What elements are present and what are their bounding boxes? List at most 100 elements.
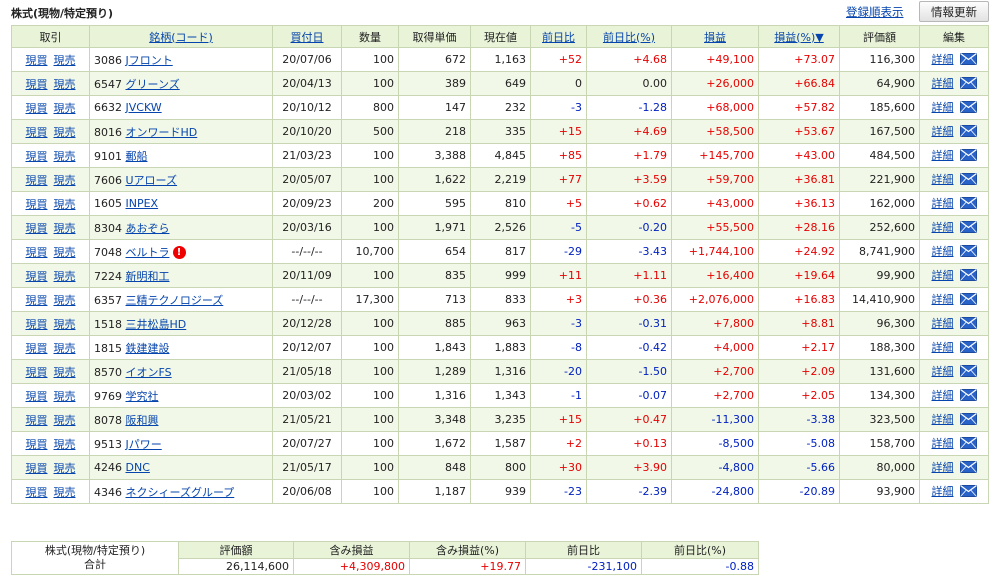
detail-link[interactable]: 詳細: [932, 245, 954, 258]
sell-link[interactable]: 現売: [54, 222, 76, 235]
sell-link[interactable]: 現売: [54, 462, 76, 475]
issue-name-link[interactable]: JVCKW: [126, 101, 162, 114]
detail-link[interactable]: 詳細: [932, 173, 954, 186]
detail-link[interactable]: 詳細: [932, 365, 954, 378]
issue-name-link[interactable]: 郵船: [126, 150, 148, 163]
buy-link[interactable]: 現買: [26, 102, 48, 115]
issue-name-link[interactable]: INPEX: [126, 197, 159, 210]
sell-link[interactable]: 現売: [54, 366, 76, 379]
issue-name-link[interactable]: 学究社: [126, 390, 159, 403]
buy-link[interactable]: 現買: [26, 246, 48, 259]
envelope-icon[interactable]: [959, 364, 977, 380]
issue-name-link[interactable]: 鉄建建設: [126, 342, 170, 355]
registration-order-link[interactable]: 登録順表示: [846, 4, 904, 20]
sell-link[interactable]: 現売: [54, 342, 76, 355]
envelope-icon[interactable]: [959, 172, 977, 188]
detail-link[interactable]: 詳細: [932, 413, 954, 426]
buy-link[interactable]: 現買: [26, 366, 48, 379]
issue-name-link[interactable]: 新明和工: [126, 270, 170, 283]
sell-link[interactable]: 現売: [54, 294, 76, 307]
detail-link[interactable]: 詳細: [932, 269, 954, 282]
envelope-icon[interactable]: [959, 340, 977, 356]
detail-link[interactable]: 詳細: [932, 485, 954, 498]
detail-link[interactable]: 詳細: [932, 317, 954, 330]
sell-link[interactable]: 現売: [54, 126, 76, 139]
col-change[interactable]: 前日比: [530, 25, 587, 48]
issue-name-link[interactable]: 阪和興: [126, 414, 159, 427]
buy-link[interactable]: 現買: [26, 126, 48, 139]
envelope-icon[interactable]: [959, 460, 977, 476]
issue-name-link[interactable]: グリーンズ: [126, 78, 180, 91]
sell-link[interactable]: 現売: [54, 102, 76, 115]
envelope-icon[interactable]: [959, 76, 977, 92]
sell-link[interactable]: 現売: [54, 318, 76, 331]
sell-link[interactable]: 現売: [54, 438, 76, 451]
envelope-icon[interactable]: [959, 388, 977, 404]
detail-link[interactable]: 詳細: [932, 77, 954, 90]
buy-link[interactable]: 現買: [26, 54, 48, 67]
sell-link[interactable]: 現売: [54, 414, 76, 427]
sell-link[interactable]: 現売: [54, 54, 76, 67]
buy-link[interactable]: 現買: [26, 414, 48, 427]
buy-link[interactable]: 現買: [26, 222, 48, 235]
envelope-icon[interactable]: [959, 268, 977, 284]
buy-link[interactable]: 現買: [26, 150, 48, 163]
col-buy-date[interactable]: 買付日: [272, 25, 342, 48]
issue-name-link[interactable]: DNC: [126, 461, 150, 474]
issue-name-link[interactable]: Jフロント: [126, 54, 173, 67]
envelope-icon[interactable]: [959, 52, 977, 68]
sell-link[interactable]: 現売: [54, 198, 76, 211]
issue-name-link[interactable]: 三精テクノロジーズ: [126, 294, 224, 307]
detail-link[interactable]: 詳細: [932, 389, 954, 402]
envelope-icon[interactable]: [959, 244, 977, 260]
issue-name-link[interactable]: ベルトラ: [126, 246, 170, 259]
issue-name-link[interactable]: あおぞら: [126, 222, 170, 235]
col-profit-loss-pct[interactable]: 損益(%)▼: [758, 25, 840, 48]
envelope-icon[interactable]: [959, 436, 977, 452]
sell-link[interactable]: 現売: [54, 390, 76, 403]
sell-link[interactable]: 現売: [54, 174, 76, 187]
refresh-info-button[interactable]: 情報更新: [919, 1, 989, 22]
buy-link[interactable]: 現買: [26, 318, 48, 331]
detail-link[interactable]: 詳細: [932, 437, 954, 450]
detail-link[interactable]: 詳細: [932, 341, 954, 354]
detail-link[interactable]: 詳細: [932, 149, 954, 162]
issue-name-link[interactable]: ネクシィーズグループ: [126, 486, 235, 499]
envelope-icon[interactable]: [959, 148, 977, 164]
col-issue-code[interactable]: 銘柄(コード): [89, 25, 273, 48]
col-profit-loss[interactable]: 損益: [671, 25, 759, 48]
buy-link[interactable]: 現買: [26, 294, 48, 307]
buy-link[interactable]: 現買: [26, 342, 48, 355]
envelope-icon[interactable]: [959, 100, 977, 116]
sell-link[interactable]: 現売: [54, 486, 76, 499]
envelope-icon[interactable]: [959, 196, 977, 212]
buy-link[interactable]: 現買: [26, 462, 48, 475]
detail-link[interactable]: 詳細: [932, 125, 954, 138]
issue-name-link[interactable]: オンワードHD: [126, 126, 198, 139]
envelope-icon[interactable]: [959, 484, 977, 500]
buy-link[interactable]: 現買: [26, 486, 48, 499]
issue-name-link[interactable]: Jパワー: [126, 438, 162, 451]
sell-link[interactable]: 現売: [54, 150, 76, 163]
alert-icon[interactable]: !: [172, 246, 186, 259]
detail-link[interactable]: 詳細: [932, 197, 954, 210]
detail-link[interactable]: 詳細: [932, 221, 954, 234]
envelope-icon[interactable]: [959, 316, 977, 332]
issue-name-link[interactable]: Uアローズ: [126, 174, 178, 187]
buy-link[interactable]: 現買: [26, 174, 48, 187]
detail-link[interactable]: 詳細: [932, 461, 954, 474]
buy-link[interactable]: 現買: [26, 78, 48, 91]
sell-link[interactable]: 現売: [54, 246, 76, 259]
detail-link[interactable]: 詳細: [932, 53, 954, 66]
buy-link[interactable]: 現買: [26, 438, 48, 451]
buy-link[interactable]: 現買: [26, 270, 48, 283]
sell-link[interactable]: 現売: [54, 78, 76, 91]
col-change-pct[interactable]: 前日比(%): [586, 25, 672, 48]
envelope-icon[interactable]: [959, 124, 977, 140]
buy-link[interactable]: 現買: [26, 198, 48, 211]
issue-name-link[interactable]: イオンFS: [126, 366, 172, 379]
envelope-icon[interactable]: [959, 412, 977, 428]
sell-link[interactable]: 現売: [54, 270, 76, 283]
detail-link[interactable]: 詳細: [932, 101, 954, 114]
issue-name-link[interactable]: 三井松島HD: [126, 318, 187, 331]
